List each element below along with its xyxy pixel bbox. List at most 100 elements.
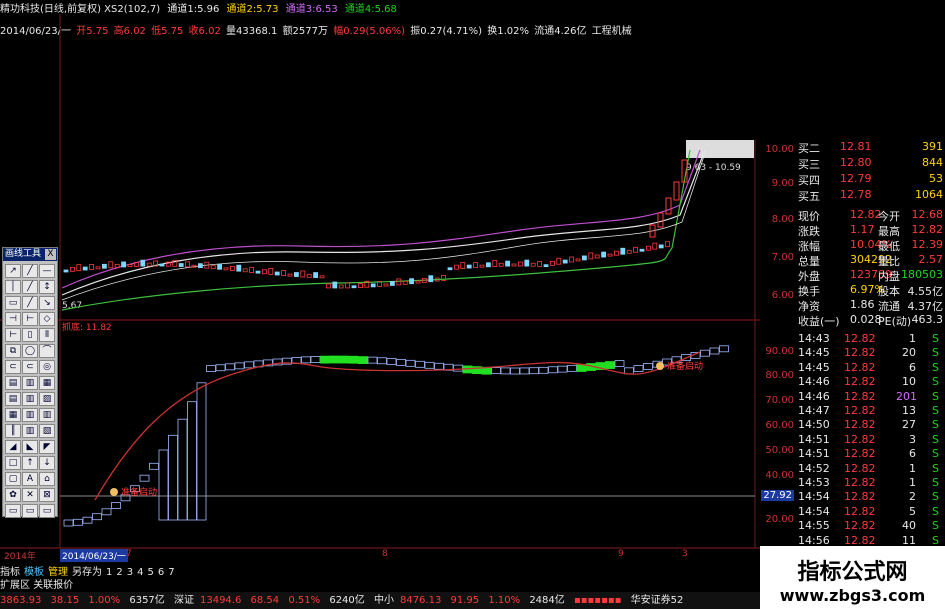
quote-panel: 买二 12.81 391 买三 12.80 844 买四 12.79 53 买五 12.78 1064…: [796, 140, 945, 547]
quote-value: 12.82: [850, 208, 882, 221]
drawing-tool-button[interactable]: ▭: [5, 296, 21, 310]
drawing-tool-button[interactable]: ▥: [22, 408, 38, 422]
tick-side: S: [932, 519, 939, 533]
drawing-tool-button[interactable]: │: [5, 280, 21, 294]
drawing-tool-button[interactable]: ⌒: [39, 344, 55, 358]
drawing-tool-button[interactable]: ▭: [22, 504, 38, 518]
quote-row: 总量 304292 量比 2.57: [796, 253, 945, 269]
drawing-tool-button[interactable]: —: [39, 264, 55, 278]
drawing-tool-button[interactable]: ╱: [22, 280, 38, 294]
candle: [607, 253, 613, 257]
drawing-tool-button[interactable]: ◢: [5, 440, 21, 454]
drawing-tool-button[interactable]: ↓: [39, 456, 55, 470]
drawing-tool-button[interactable]: ◯: [22, 344, 38, 358]
tick-side: S: [932, 332, 939, 345]
drawing-tool-button[interactable]: ▦: [5, 408, 21, 422]
drawing-tool-button[interactable]: ▯: [22, 328, 38, 342]
tick-volume: 201: [896, 389, 917, 403]
tick-side: S: [932, 447, 939, 461]
drawing-tool-button[interactable]: ⧉: [5, 344, 21, 358]
axis-tick: 9.00: [771, 178, 794, 189]
indicator-box: [149, 462, 159, 470]
drawing-tool-button[interactable]: ▧: [39, 424, 55, 438]
drawing-toolbox[interactable]: 画线工具 X ↗ ╱ — │ ╱ ↕ ▭ ╱ ↘ ⊣ ⊢ ◇ ⊢ ▯ ⫴ ⧉ ◯ ⌒ ⊂ ⊂ ◎ ▤ ▥ ▦ ▤ ▥ ▨ ▦ ▥ ▥ ║ ▥ ▧…: [2, 247, 58, 518]
drawing-tool-button[interactable]: ◎: [39, 360, 55, 374]
candle: [95, 266, 101, 270]
date-year: 2014年: [4, 552, 36, 562]
candle: [537, 261, 542, 267]
indicator-box: [614, 360, 625, 367]
quote-label: 外盘: [798, 270, 820, 283]
tab-extend-area[interactable]: 扩展区: [0, 580, 30, 591]
drawing-tool-button[interactable]: ▭: [5, 504, 21, 518]
candle: [543, 264, 549, 268]
tick-price: 12.82: [844, 432, 876, 446]
indicator-label: 抓底: 11.82: [62, 321, 112, 333]
tick-time: 14:46: [798, 375, 830, 389]
indicator-tabs: 指标 模板 管理 另存为 1 2 3 4 5 6 7: [0, 563, 760, 578]
indicator-box: [310, 356, 321, 363]
drawing-tool-button[interactable]: ◤: [39, 440, 55, 454]
indicator-box: [415, 360, 425, 368]
candle: [306, 273, 312, 278]
drawing-tool-button[interactable]: ↕: [39, 280, 55, 294]
indicator-box: [348, 355, 359, 364]
drawing-tool-button[interactable]: ◇: [39, 312, 55, 326]
drawing-tool-button[interactable]: ◣: [22, 440, 38, 454]
drawing-tool-button[interactable]: ⊢: [5, 328, 21, 342]
toolbox-close-button[interactable]: X: [45, 249, 56, 260]
drawing-tool-button[interactable]: ▦: [39, 376, 55, 390]
indicator-box: [215, 364, 226, 372]
drawing-tool-button[interactable]: ⊂: [22, 360, 38, 374]
candle: [620, 247, 626, 255]
tab-linked-quote[interactable]: 关联报价: [33, 580, 73, 591]
drawing-tool-button[interactable]: ↑: [22, 456, 38, 470]
kline-chart[interactable]: 9.63 - 10.59 5.67 抓底: 11.82 准备启动 准备启动: [0, 0, 760, 580]
indicator-box: [453, 364, 463, 372]
drawing-tool-button[interactable]: ⊂: [5, 360, 21, 374]
candle: [409, 278, 415, 285]
drawing-tool-button[interactable]: ║: [5, 424, 21, 438]
drawing-tool-button[interactable]: ▨: [39, 392, 55, 406]
candle: [594, 254, 600, 259]
candle: [332, 281, 338, 289]
indicator-box: [719, 345, 729, 353]
drawing-tool-button[interactable]: ⊢: [22, 312, 38, 326]
quote-label: 量比: [878, 255, 900, 268]
indicator-box: [500, 367, 511, 375]
toolbox-titlebar[interactable]: 画线工具 X: [3, 248, 57, 261]
candle: [402, 280, 408, 285]
drawing-tool-button[interactable]: ⊣: [5, 312, 21, 326]
drawing-tool-button[interactable]: ▭: [39, 504, 55, 518]
market-status-bar: 3863.93 38.15 1.00% 6357亿 深证 13494.6 68.5…: [0, 592, 760, 609]
candle: [665, 197, 672, 215]
drawing-tool-button[interactable]: ▤: [5, 376, 21, 390]
drawing-tool-button[interactable]: □: [5, 456, 21, 470]
drawing-tool-button[interactable]: ↗: [5, 264, 21, 278]
drawing-tool-button[interactable]: ⫴: [39, 328, 55, 342]
drawing-tool-button[interactable]: ✿: [5, 488, 21, 502]
quote-label: 换手: [798, 285, 820, 298]
drawing-tool-button[interactable]: ▥: [39, 408, 55, 422]
drawing-tool-button[interactable]: ▥: [22, 424, 38, 438]
drawing-tool-button[interactable]: ▥: [22, 392, 38, 406]
drawing-tool-button[interactable]: ▥: [22, 376, 38, 390]
signal-label-right: 准备启动: [667, 360, 703, 372]
drawing-tool-button[interactable]: ╱: [22, 264, 38, 278]
drawing-tool-button[interactable]: ✕: [22, 488, 38, 502]
tick-side: S: [932, 432, 939, 446]
watermark-name: 指标公式网: [797, 560, 908, 585]
tick-price: 12.82: [844, 461, 876, 475]
drawing-tool-button[interactable]: ╱: [22, 296, 38, 310]
drawing-tool-button[interactable]: ▤: [5, 392, 21, 406]
drawing-tool-button[interactable]: ↘: [39, 296, 55, 310]
indicator-box: [206, 365, 216, 372]
drawing-tool-button[interactable]: ▢: [5, 472, 21, 486]
drawing-tool-button[interactable]: A: [22, 472, 38, 486]
drawing-tool-button[interactable]: ⌂: [39, 472, 55, 486]
quote-label: 现价: [798, 210, 820, 223]
drawing-tool-button[interactable]: ⊠: [39, 488, 55, 502]
tick-side: S: [932, 346, 939, 360]
candle: [223, 267, 229, 271]
tick-time: 14:54: [798, 504, 830, 518]
